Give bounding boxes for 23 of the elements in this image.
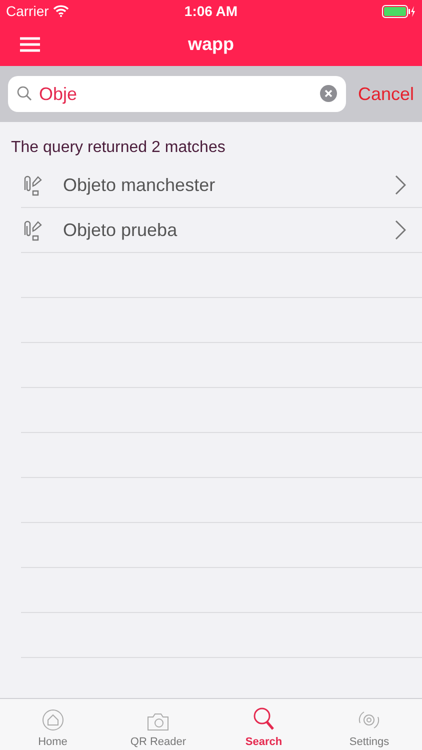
cancel-button[interactable]: Cancel — [358, 84, 414, 104]
menu-icon[interactable] — [20, 36, 40, 52]
settings-icon — [357, 709, 382, 731]
nav-title: wapp — [188, 34, 234, 54]
tab-item[interactable]: Search — [211, 699, 316, 750]
wifi-icon — [52, 5, 69, 17]
clear-icon[interactable] — [320, 85, 337, 102]
result-summary: The query returned 2 matches — [10, 138, 226, 158]
tab-item[interactable]: Settings — [316, 699, 422, 750]
carrier-label: Carrier — [6, 3, 49, 19]
result-row[interactable]: Objeto prueba — [21, 208, 422, 253]
tab-item[interactable]: QR Reader — [106, 699, 211, 750]
battery-icon — [382, 4, 416, 18]
result-row[interactable]: Objeto manchester — [21, 163, 422, 208]
chevron-icon — [395, 175, 406, 195]
search-icon — [252, 707, 275, 731]
tab-item[interactable]: Home — [0, 699, 106, 750]
search-field[interactable]: Obje — [8, 76, 346, 112]
chevron-icon — [395, 220, 406, 240]
home-icon — [42, 709, 64, 731]
search-icon — [17, 86, 32, 101]
camera-icon — [147, 713, 170, 731]
status-time: 1:06 AM — [184, 3, 238, 19]
